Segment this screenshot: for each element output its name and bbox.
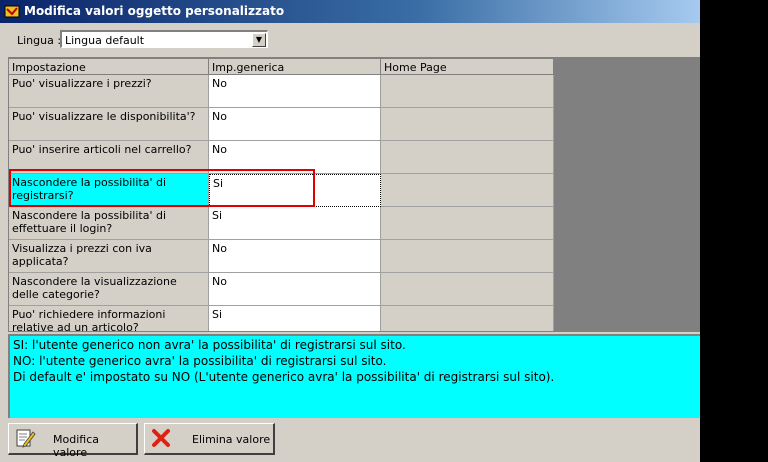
table-row[interactable]: Puo' visualizzare le disponibilita'? No	[9, 108, 554, 141]
description-line: Di default e' impostato su NO (L'utente …	[13, 370, 555, 384]
title-bar: Modifica valori oggetto personalizzato	[0, 0, 700, 23]
language-label: Lingua :	[17, 34, 62, 47]
settings-grid[interactable]: Impostazione Imp.generica Home Page Puo'…	[9, 59, 554, 331]
value-cell[interactable]: Si	[209, 207, 381, 240]
chevron-down-icon[interactable]: ▼	[252, 33, 266, 47]
setting-cell[interactable]: Puo' visualizzare le disponibilita'?	[9, 108, 209, 141]
language-select[interactable]: Lingua default ▼	[60, 30, 268, 48]
modify-value-label: Modifica valore	[53, 433, 99, 459]
setting-cell[interactable]: Puo' inserire articoli nel carrello?	[9, 141, 209, 174]
delete-value-button[interactable]: Elimina valore	[144, 423, 275, 455]
homepage-cell[interactable]	[381, 174, 554, 207]
modify-value-button[interactable]: Modifica valore	[8, 423, 138, 459]
table-row[interactable]: Puo' richiedere informazioni relative ad…	[9, 306, 554, 331]
delete-value-label: Elimina valore	[192, 433, 271, 446]
window-title: Modifica valori oggetto personalizzato	[24, 4, 285, 18]
table-row[interactable]: Nascondere la visualizzazione delle cate…	[9, 273, 554, 306]
column-header-homepage[interactable]: Home Page	[381, 59, 554, 75]
app-icon	[4, 5, 20, 18]
dialog-window: Modifica valori oggetto personalizzato L…	[0, 0, 700, 462]
setting-cell[interactable]: Puo' visualizzare i prezzi?	[9, 75, 209, 108]
value-cell[interactable]: No	[209, 141, 381, 174]
value-cell-editing[interactable]: Si	[209, 174, 381, 207]
column-header-setting[interactable]: Impostazione	[9, 59, 209, 75]
setting-cell[interactable]: Nascondere la visualizzazione delle cate…	[9, 273, 209, 306]
description-panel: SI: l'utente generico non avra' la possi…	[8, 334, 700, 418]
homepage-cell[interactable]	[381, 240, 554, 273]
homepage-cell[interactable]	[381, 141, 554, 174]
table-row-selected[interactable]: Nascondere la possibilita' di registrars…	[9, 174, 554, 207]
setting-cell[interactable]: Nascondere la possibilita' di registrars…	[9, 174, 209, 207]
table-row[interactable]: Puo' visualizzare i prezzi? No	[9, 75, 554, 108]
settings-grid-area: Impostazione Imp.generica Home Page Puo'…	[8, 57, 700, 332]
value-cell[interactable]: No	[209, 75, 381, 108]
homepage-cell[interactable]	[381, 207, 554, 240]
table-row[interactable]: Nascondere la possibilita' di effettuare…	[9, 207, 554, 240]
column-header-generic[interactable]: Imp.generica	[209, 59, 381, 75]
table-row[interactable]: Visualizza i prezzi con iva applicata? N…	[9, 240, 554, 273]
homepage-cell[interactable]	[381, 75, 554, 108]
language-selected-value: Lingua default	[65, 34, 145, 47]
description-line: SI: l'utente generico non avra' la possi…	[13, 338, 406, 352]
homepage-cell[interactable]	[381, 108, 554, 141]
homepage-cell[interactable]	[381, 273, 554, 306]
value-cell[interactable]: No	[209, 273, 381, 306]
setting-cell[interactable]: Puo' richiedere informazioni relative ad…	[9, 306, 209, 331]
value-cell[interactable]: No	[209, 240, 381, 273]
delete-x-icon	[152, 429, 170, 447]
setting-cell[interactable]: Nascondere la possibilita' di effettuare…	[9, 207, 209, 240]
setting-cell[interactable]: Visualizza i prezzi con iva applicata?	[9, 240, 209, 273]
description-line: NO: l'utente generico avra' la possibili…	[13, 354, 387, 368]
value-cell[interactable]: No	[209, 108, 381, 141]
homepage-cell[interactable]	[381, 306, 554, 331]
edit-icon	[16, 429, 36, 448]
value-cell[interactable]: Si	[209, 306, 381, 331]
table-row[interactable]: Puo' inserire articoli nel carrello? No	[9, 141, 554, 174]
